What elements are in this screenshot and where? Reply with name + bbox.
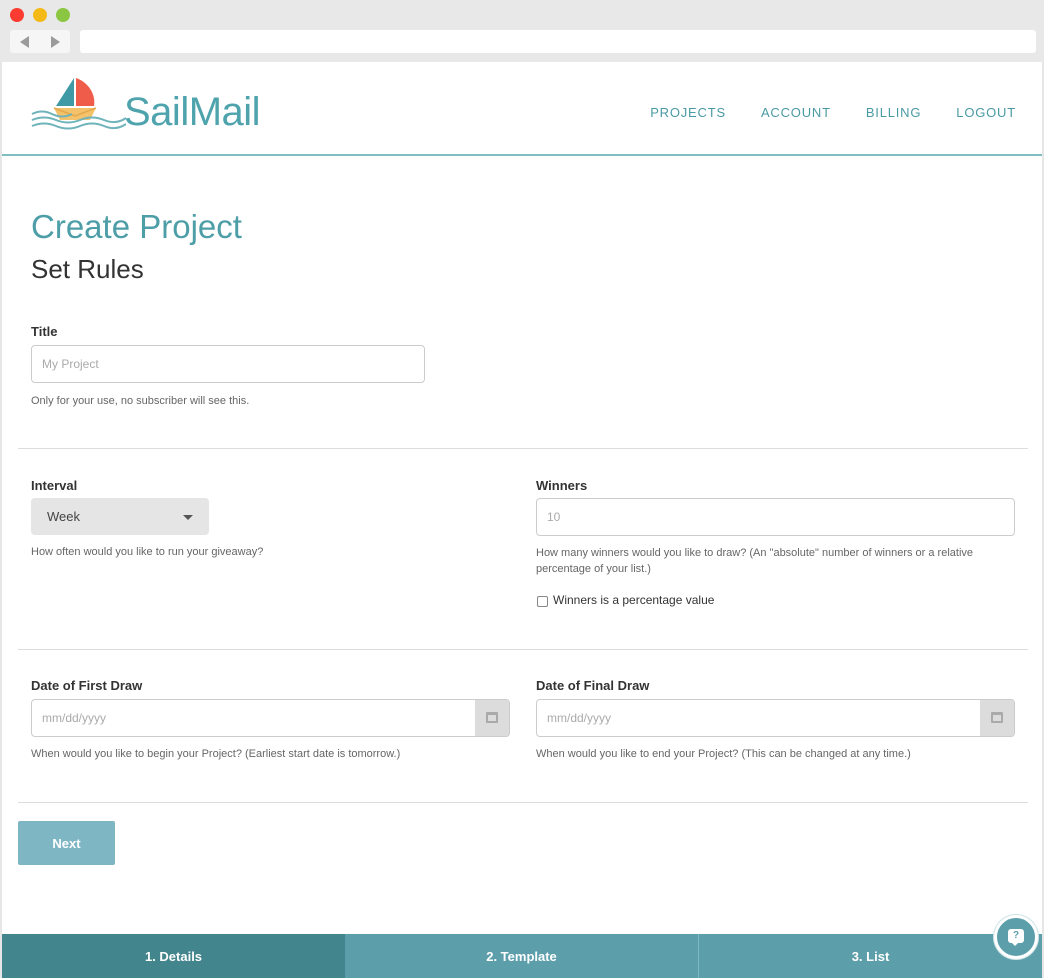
step-template[interactable]: 2. Template <box>345 934 699 978</box>
winners-help: How many winners would you like to draw?… <box>536 547 974 575</box>
forward-arrow-icon[interactable] <box>51 36 60 48</box>
interval-label: Interval <box>31 478 78 493</box>
site-header: SailMail PROJECTS ACCOUNT BILLING LOGOUT <box>2 62 1042 156</box>
nav-billing[interactable]: BILLING <box>866 105 921 120</box>
divider <box>18 448 1028 449</box>
divider <box>18 802 1028 803</box>
close-window-button[interactable] <box>10 8 24 22</box>
first-draw-calendar-button[interactable] <box>475 700 509 736</box>
first-draw-input[interactable]: mm/dd/yyyy <box>42 711 106 725</box>
title-input[interactable]: My Project <box>31 345 425 383</box>
divider <box>18 649 1028 650</box>
winners-percentage-label[interactable]: Winners is a percentage value <box>553 593 714 607</box>
winners-input[interactable]: 10 <box>536 498 1015 536</box>
calendar-icon <box>991 712 1003 723</box>
winners-label: Winners <box>536 478 588 493</box>
step-details[interactable]: 1. Details <box>2 934 345 978</box>
address-bar[interactable] <box>80 30 1036 53</box>
nav-account[interactable]: ACCOUNT <box>761 105 831 120</box>
final-draw-calendar-button[interactable] <box>980 700 1014 736</box>
caret-down-icon <box>183 515 193 520</box>
nav-logout[interactable]: LOGOUT <box>956 105 1016 120</box>
final-draw-label: Date of Final Draw <box>536 678 650 693</box>
main-nav: PROJECTS ACCOUNT BILLING LOGOUT <box>650 105 1016 120</box>
winners-percentage-checkbox[interactable] <box>537 596 548 607</box>
page-title: Create Project <box>31 208 242 245</box>
browser-chrome <box>0 0 1044 62</box>
first-draw-help: When would you like to begin your Projec… <box>31 748 401 760</box>
minimize-window-button[interactable] <box>33 8 47 22</box>
next-button[interactable]: Next <box>18 821 115 865</box>
calendar-icon <box>486 712 498 723</box>
help-chat-button[interactable]: ? <box>994 915 1038 959</box>
final-draw-help: When would you like to end your Project?… <box>536 748 911 760</box>
wizard-steps: 1. Details 2. Template 3. List <box>2 934 1042 978</box>
final-draw-input[interactable]: mm/dd/yyyy <box>547 711 611 725</box>
back-arrow-icon[interactable] <box>20 36 29 48</box>
history-nav <box>10 30 70 53</box>
page: SailMail PROJECTS ACCOUNT BILLING LOGOUT… <box>2 62 1042 978</box>
interval-help: How often would you like to run your giv… <box>31 546 264 558</box>
final-draw-field[interactable]: mm/dd/yyyy <box>536 699 1015 737</box>
bubble-tail <box>1011 942 1019 946</box>
question-bubble-icon: ? <box>1008 929 1024 943</box>
interval-select[interactable]: Week <box>31 498 209 535</box>
nav-projects[interactable]: PROJECTS <box>650 105 726 120</box>
first-draw-field[interactable]: mm/dd/yyyy <box>31 699 510 737</box>
brand-name[interactable]: SailMail <box>124 90 261 135</box>
first-draw-label: Date of First Draw <box>31 678 143 693</box>
interval-value: Week <box>47 509 80 524</box>
title-help: Only for your use, no subscriber will se… <box>31 395 250 407</box>
title-label: Title <box>31 324 58 339</box>
step-list[interactable]: 3. List <box>699 934 1042 978</box>
page-subtitle: Set Rules <box>31 254 144 284</box>
sailboat-logo-icon <box>31 78 126 130</box>
maximize-window-button[interactable] <box>56 8 70 22</box>
